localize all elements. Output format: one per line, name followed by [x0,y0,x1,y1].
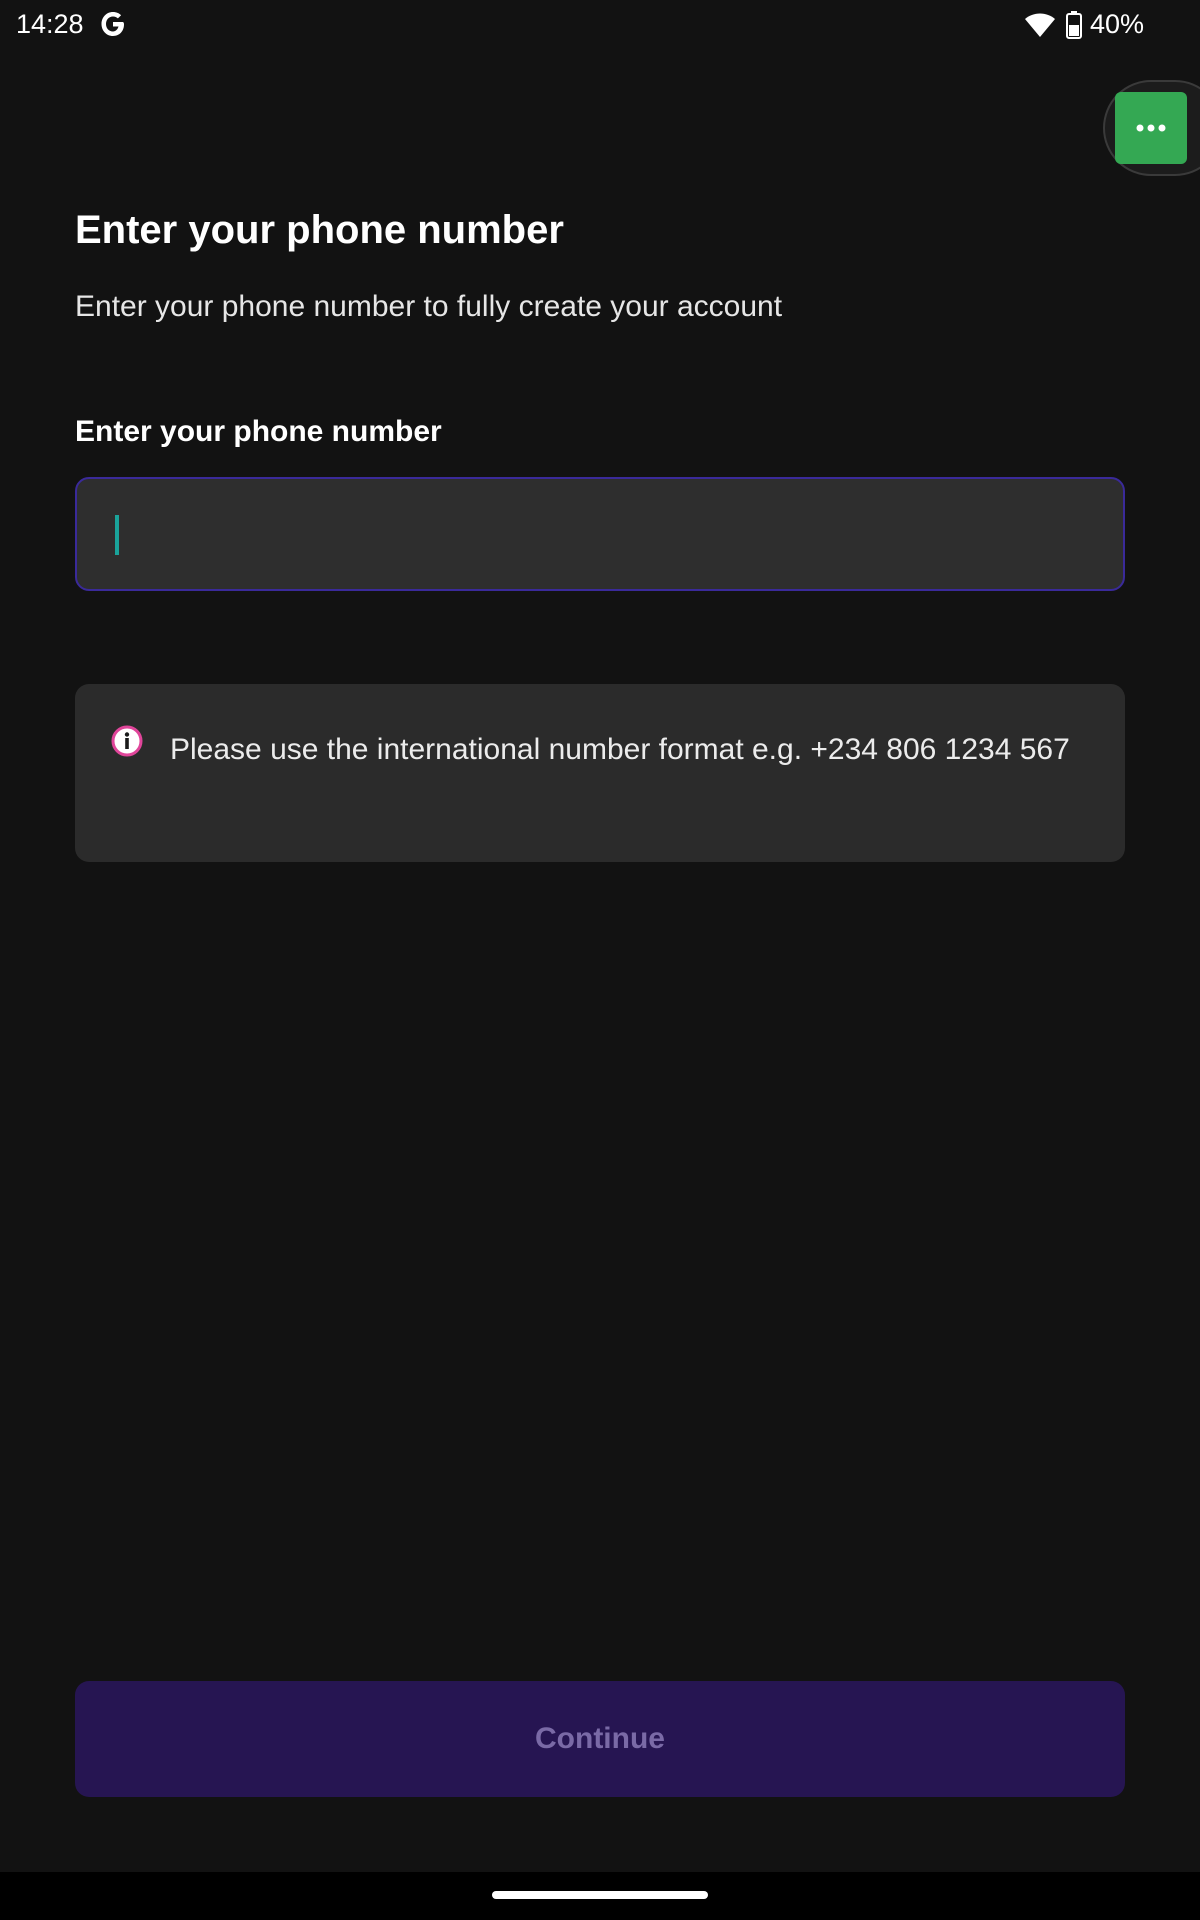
info-text: Please use the international number form… [170,733,1070,766]
phone-number-input[interactable] [115,479,1105,589]
phone-number-screen: 14:28 40% Enter your phone number Enter … [0,0,1200,1920]
wifi-icon [1025,13,1055,37]
overlay-more-button[interactable] [1115,92,1187,164]
info-icon [111,725,143,757]
more-horizontal-icon [1136,124,1166,132]
text-cursor [115,515,119,555]
info-notice: Please use the international number form… [75,684,1125,862]
battery-percentage: 40% [1090,9,1145,39]
page-subtitle: Enter your phone number to fully create … [75,290,783,323]
phone-field-label: Enter your phone number [75,415,442,448]
home-gesture-indicator[interactable] [492,1891,708,1899]
status-time: 14:28 [16,9,84,39]
battery-icon [1066,11,1082,39]
phone-input-container[interactable] [75,477,1125,591]
google-g-icon [101,12,124,36]
status-bar: 14:28 40% [0,0,1200,50]
continue-button[interactable]: Continue [75,1681,1125,1797]
page-title: Enter your phone number [75,208,564,252]
